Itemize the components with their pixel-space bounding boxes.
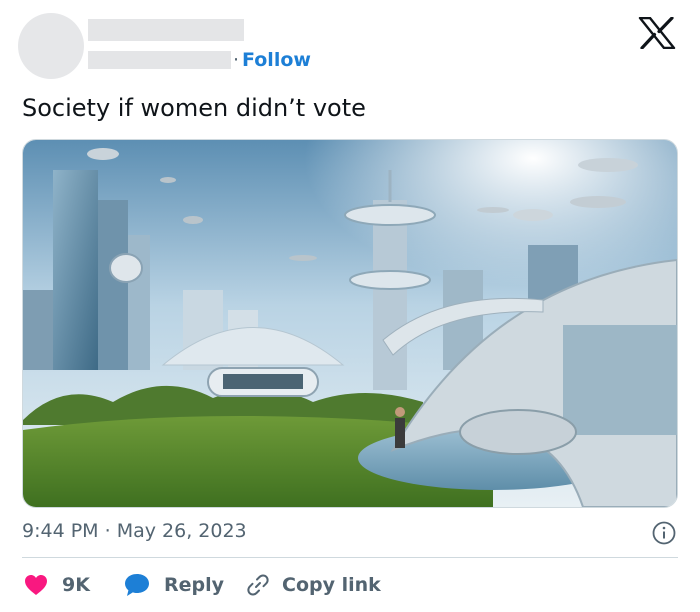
futuristic-city-illustration [23, 140, 677, 507]
post-date: May 26, 2023 [116, 520, 247, 542]
divider [22, 557, 678, 558]
info-icon[interactable] [652, 521, 676, 545]
copy-link-button[interactable]: Copy link [246, 570, 381, 600]
speech-bubble-icon [125, 574, 149, 596]
like-button[interactable]: 9K [24, 570, 90, 600]
post-time: 9:44 PM [22, 520, 99, 542]
redacted-handle [88, 51, 231, 69]
tweet-text: Society if women didn’t vote [22, 94, 366, 122]
tweet-card: · Follow Society if women didn’t vote 9:… [0, 0, 700, 612]
timestamp[interactable]: 9:44 PM · May 26, 2023 [22, 517, 247, 545]
reply-label: Reply [164, 574, 225, 596]
like-count: 9K [62, 574, 90, 596]
timestamp-separator: · [104, 520, 111, 542]
redacted-display-name [88, 19, 244, 41]
x-logo-icon[interactable] [637, 17, 677, 49]
follow-separator: · [233, 49, 240, 71]
follow-label: Follow [242, 49, 311, 71]
copy-link-label: Copy link [282, 574, 381, 596]
tweet-image[interactable] [22, 139, 678, 508]
avatar[interactable] [18, 13, 84, 79]
link-icon [247, 574, 269, 596]
follow-button[interactable]: · Follow [233, 47, 311, 73]
heart-icon [25, 575, 47, 595]
reply-button[interactable]: Reply [124, 570, 224, 600]
